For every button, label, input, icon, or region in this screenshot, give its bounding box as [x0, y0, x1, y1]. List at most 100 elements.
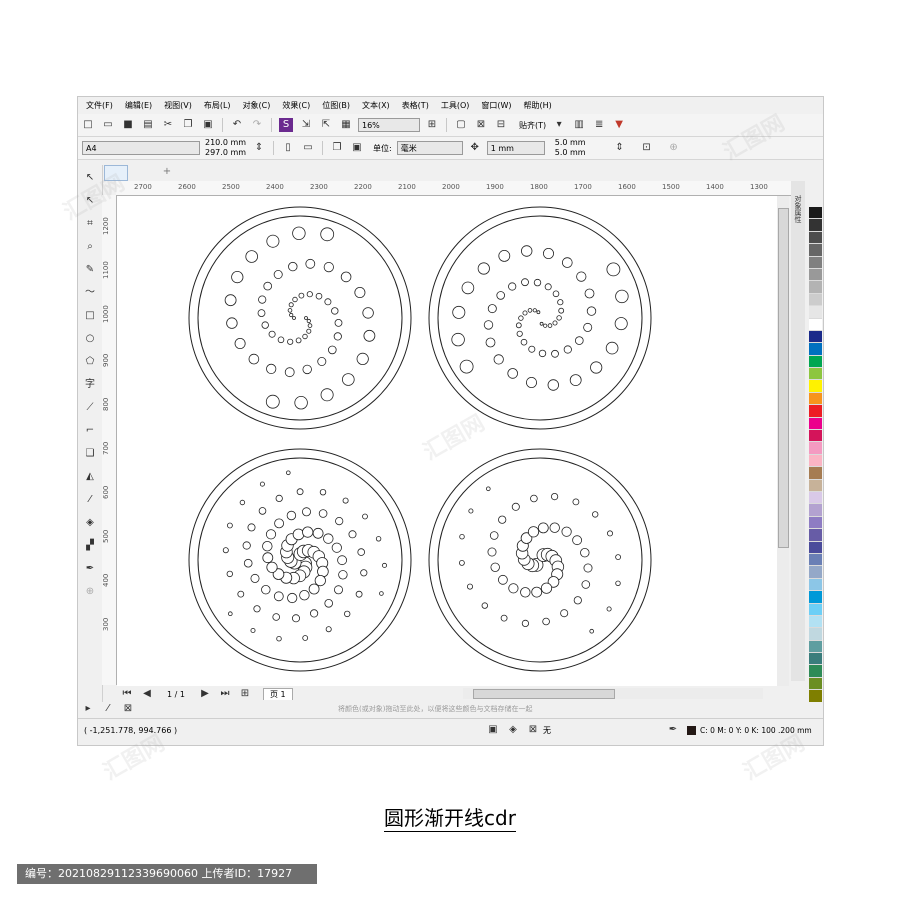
export-icon[interactable]: ⇱ [319, 118, 333, 132]
interactive-fill-icon[interactable]: ◈ [83, 516, 97, 530]
docker-tab-object-properties[interactable]: 对象属性 [793, 195, 803, 223]
import-icon[interactable]: ⇲ [299, 118, 313, 132]
transparency-icon[interactable]: ◭ [83, 470, 97, 484]
palette-swatch[interactable] [809, 256, 822, 269]
first-page-icon[interactable]: ⏮ [120, 687, 134, 701]
palette-swatch[interactable] [809, 368, 822, 381]
menu-table[interactable]: 表格(T) [402, 100, 429, 111]
publish-pdf-icon[interactable]: ▦ [339, 118, 353, 132]
copy-icon[interactable]: ❐ [181, 118, 195, 132]
full-screen-preview-icon[interactable]: ▢ [454, 118, 468, 132]
rectangle-tool-icon[interactable]: □ [83, 309, 97, 323]
palette-swatch[interactable] [809, 677, 822, 691]
text-tool-icon[interactable]: 字 [83, 378, 97, 392]
duplicate-y-field[interactable]: 5.0 mm [555, 148, 586, 158]
menu-layout[interactable]: 布局(L) [204, 100, 231, 111]
palette-swatch[interactable] [809, 640, 822, 654]
palette-swatch[interactable] [809, 541, 822, 554]
all-pages-icon[interactable]: ❐ [330, 141, 344, 155]
open-folder-icon[interactable]: ▭ [101, 118, 115, 132]
options-icon[interactable]: ▥ [572, 118, 586, 132]
spinner-icon[interactable]: ⇕ [613, 141, 627, 155]
artistic-media-icon[interactable]: 〜 [83, 286, 97, 300]
palette-swatch[interactable] [809, 479, 822, 492]
eyedropper-icon[interactable]: ⁄ [83, 493, 97, 507]
page-width-field[interactable]: 210.0 mm [205, 138, 246, 148]
application-launcher-icon[interactable]: ≣ [592, 118, 606, 132]
zoom-tool-icon[interactable]: ⌕ [83, 240, 97, 254]
eyedropper-icon[interactable]: ⁄ [101, 702, 115, 716]
palette-swatch[interactable] [809, 628, 822, 641]
connector-tool-icon[interactable]: ⌐ [83, 424, 97, 438]
palette-swatch[interactable] [809, 330, 822, 344]
shape-tool-icon[interactable]: ↖ [83, 194, 97, 208]
chevron-down-icon[interactable]: ▾ [552, 118, 566, 132]
smart-fill-icon[interactable]: ▞ [83, 539, 97, 553]
page-size-select[interactable]: A4 [82, 141, 200, 155]
add-tool-icon[interactable]: ⊕ [83, 585, 97, 599]
menu-tools[interactable]: 工具(O) [441, 100, 470, 111]
menu-file[interactable]: 文件(F) [86, 100, 113, 111]
horizontal-scrollbar[interactable] [463, 688, 763, 699]
new-document-icon[interactable]: □ [81, 118, 95, 132]
menu-view[interactable]: 视图(V) [164, 100, 192, 111]
palette-swatch[interactable] [809, 653, 822, 666]
outline-pen-icon[interactable]: ✒ [83, 562, 97, 576]
palette-swatch[interactable] [809, 380, 822, 393]
landscape-icon[interactable]: ▭ [301, 141, 315, 155]
last-page-icon[interactable]: ⏭ [218, 687, 232, 701]
palette-swatch[interactable] [809, 281, 822, 294]
no-color-swatch-icon[interactable]: ⊠ [121, 702, 135, 716]
palette-swatch[interactable] [809, 343, 822, 356]
palette-swatch[interactable] [809, 417, 822, 431]
palette-swatch[interactable] [809, 306, 822, 319]
palette-swatch[interactable] [809, 293, 822, 307]
portrait-icon[interactable]: ▯ [281, 141, 295, 155]
duplicate-x-field[interactable]: 5.0 mm [555, 138, 586, 148]
polygon-tool-icon[interactable]: ⬠ [83, 355, 97, 369]
menu-effects[interactable]: 效果(C) [282, 100, 310, 111]
treat-as-filled-icon[interactable]: ⊡ [640, 141, 654, 155]
menu-object[interactable]: 对象(C) [243, 100, 271, 111]
zoom-level-field[interactable]: 16% [358, 118, 420, 132]
palette-swatch[interactable] [809, 491, 822, 505]
palette-swatch[interactable] [809, 268, 822, 282]
palette-swatch[interactable] [809, 244, 822, 257]
palette-swatch[interactable] [809, 615, 822, 629]
palette-swatch[interactable] [809, 405, 822, 418]
menu-help[interactable]: 帮助(H) [524, 100, 552, 111]
search-content-icon[interactable]: S [279, 118, 293, 132]
palette-swatch[interactable] [809, 392, 822, 406]
show-grid-icon[interactable]: ⊟ [494, 118, 508, 132]
palette-swatch[interactable] [809, 467, 822, 480]
document-tab[interactable] [104, 165, 128, 181]
palette-swatch[interactable] [809, 231, 822, 245]
freehand-tool-icon[interactable]: ✎ [83, 263, 97, 277]
show-rulers-icon[interactable]: ⊠ [474, 118, 488, 132]
page-height-field[interactable]: 297.0 mm [205, 148, 246, 158]
paste-icon[interactable]: ▣ [201, 118, 215, 132]
unit-select[interactable]: 毫米 [396, 141, 463, 155]
spinner-icon[interactable]: ⇕ [252, 141, 266, 155]
pick-tool-icon[interactable]: ↖ [83, 171, 97, 185]
snap-to-dropdown[interactable]: 贴齐(T) [519, 120, 546, 131]
play-icon[interactable]: ▸ [81, 702, 95, 716]
previous-page-icon[interactable]: ◀ [140, 687, 154, 701]
palette-swatch[interactable] [809, 504, 822, 517]
add-page-icon[interactable]: ⊞ [238, 687, 252, 701]
undo-icon[interactable]: ↶ [230, 118, 244, 132]
palette-swatch[interactable] [809, 207, 822, 220]
palette-swatch[interactable] [809, 355, 822, 369]
palette-swatch[interactable] [809, 690, 822, 703]
horizontal-scroll-thumb[interactable] [473, 689, 615, 699]
next-page-icon[interactable]: ▶ [198, 687, 212, 701]
menu-window[interactable]: 窗口(W) [481, 100, 511, 111]
palette-swatch[interactable] [809, 566, 822, 579]
nudge-distance-field[interactable]: 1 mm [486, 141, 545, 155]
palette-swatch[interactable] [809, 529, 822, 542]
ellipse-tool-icon[interactable]: ○ [83, 332, 97, 346]
menu-text[interactable]: 文本(X) [362, 100, 390, 111]
palette-swatch[interactable] [809, 219, 822, 232]
page-tab[interactable]: 页 1 [262, 688, 293, 700]
coreldraw-menu-icon[interactable]: ▼ [612, 118, 626, 132]
